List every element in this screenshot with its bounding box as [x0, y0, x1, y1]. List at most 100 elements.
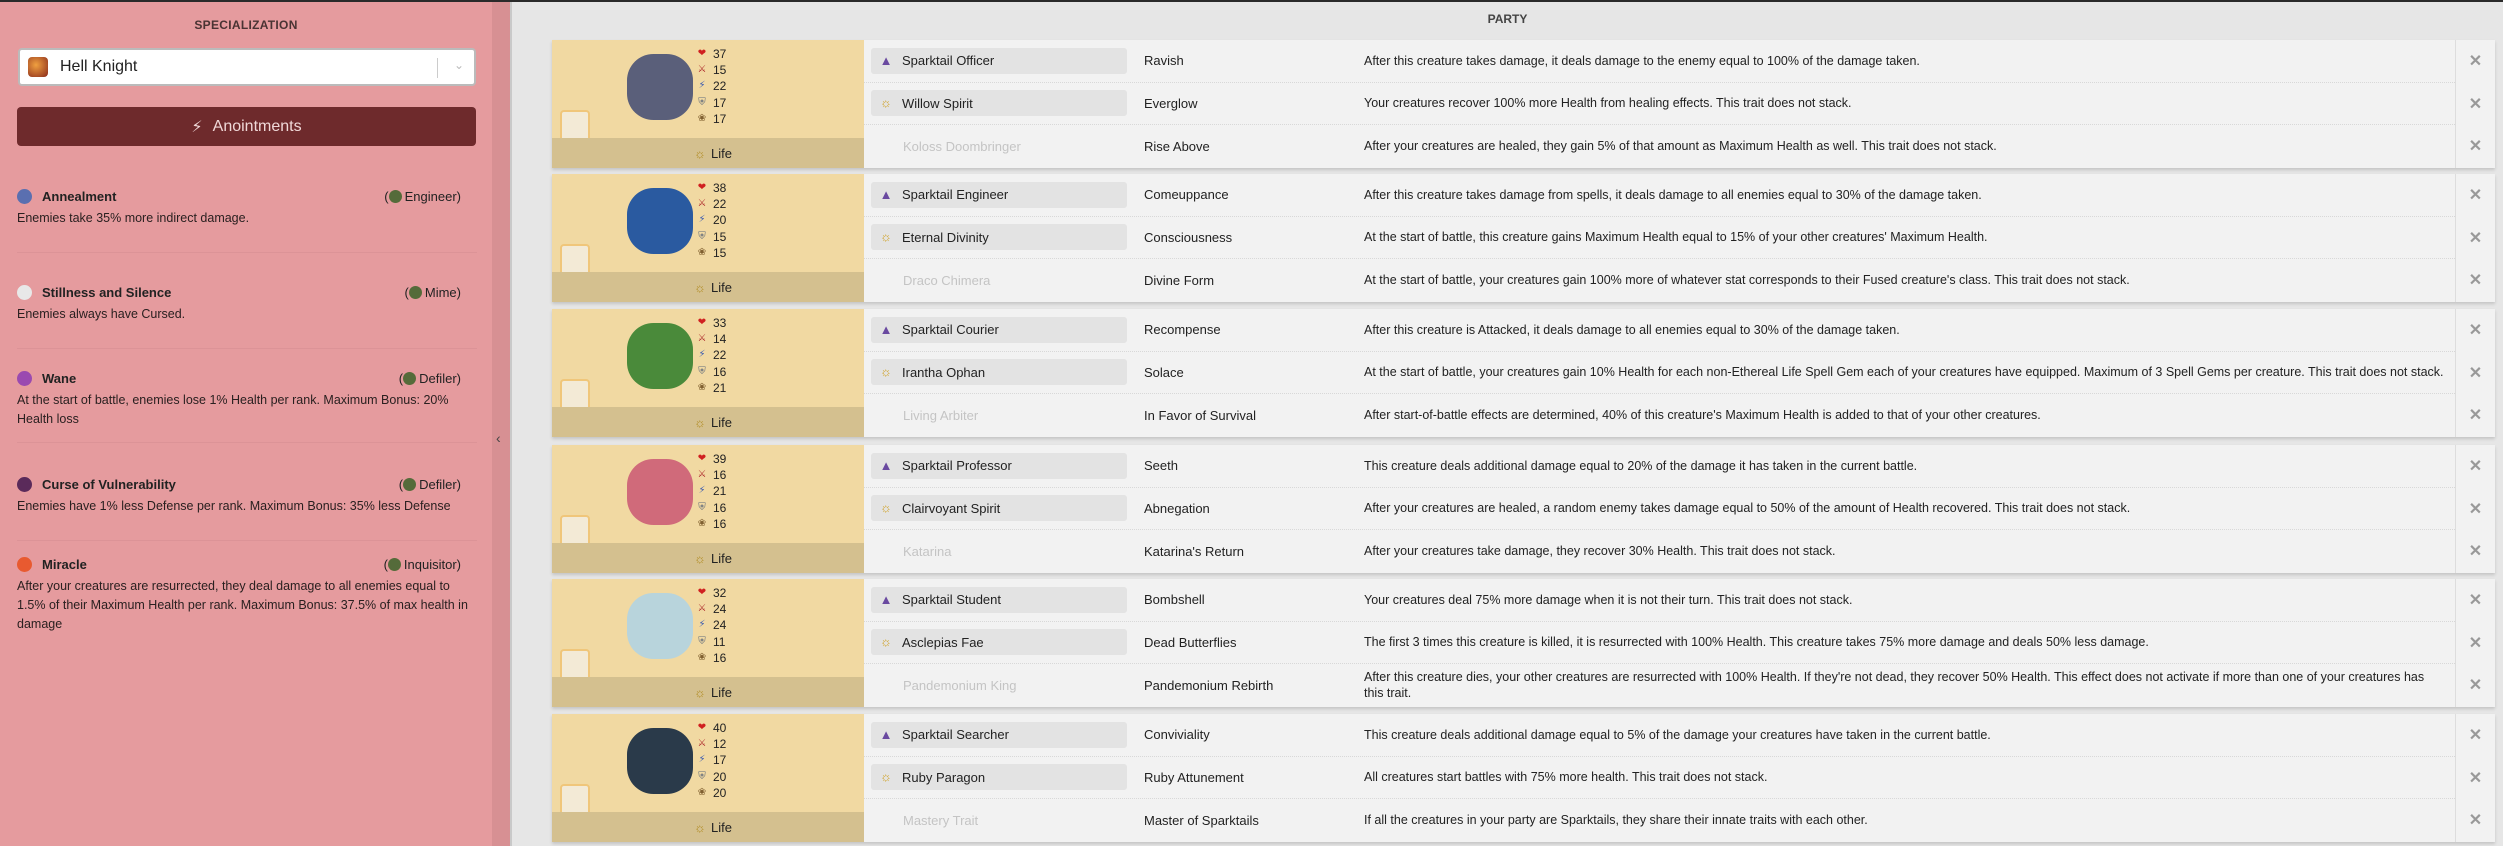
- remove-column: ✕ ✕ ✕: [2455, 309, 2495, 437]
- sun-icon: ☼: [694, 145, 706, 161]
- remove-trait-button[interactable]: ✕: [2456, 83, 2495, 126]
- trait-row: ▲ Sparktail Professor Seeth This creature…: [864, 445, 2455, 488]
- stat: ⚔ 14: [697, 331, 727, 347]
- element-footer: ☼ Life: [552, 407, 864, 437]
- wing-icon: ❀: [697, 246, 707, 258]
- trait-description: This creature deals additional damage eq…: [1364, 727, 1991, 742]
- sun-icon: ☼: [880, 769, 892, 785]
- trait-row: ☼ Eternal Divinity Consciousness At the s…: [864, 217, 2455, 260]
- stat-value: 22: [713, 348, 727, 363]
- sun-icon: ☼: [694, 279, 706, 295]
- trait-source[interactable]: ▲ Sparktail Engineer: [871, 181, 1127, 208]
- trait-source-name: Katarina: [903, 543, 952, 559]
- specialization-entry: Stillness and Silence (Mime) Enemies alw…: [17, 282, 477, 324]
- remove-trait-button[interactable]: ✕: [2456, 174, 2495, 217]
- stat: ⛨ 16: [697, 500, 726, 516]
- trait-description: At the start of battle, your creatures g…: [1364, 273, 2130, 288]
- remove-trait-button[interactable]: ✕: [2456, 352, 2495, 395]
- remove-trait-button[interactable]: ✕: [2456, 622, 2495, 665]
- remove-trait-button[interactable]: ✕: [2456, 664, 2495, 707]
- remove-trait-button[interactable]: ✕: [2456, 259, 2495, 302]
- stat: ⚔ 22: [697, 196, 727, 212]
- trait-source[interactable]: ☼ Irantha Ophan: [871, 359, 1127, 386]
- trait-description: After your creatures are healed, a rando…: [1364, 501, 2131, 516]
- trait-source: Koloss Doombringer: [871, 133, 1127, 159]
- creature-sprite: [627, 728, 693, 794]
- sparktail-icon: ▲: [879, 52, 893, 68]
- creature-sprite: [627, 54, 693, 120]
- wing-icon: ❀: [697, 517, 707, 529]
- stat-value: 24: [713, 602, 727, 617]
- specialization-select[interactable]: Hell Knight ⌄: [18, 48, 476, 86]
- sparktail-icon: ▲: [879, 457, 893, 473]
- trait-description: After this creature takes damage from sp…: [1364, 187, 1982, 202]
- trait-source-name: Willow Spirit: [902, 95, 973, 111]
- trait-source[interactable]: ▲ Sparktail Professor: [871, 452, 1127, 479]
- creature-panel[interactable]: ❤ 38 ⚔ 22 ⚡︎ 20 ⛨ 15 ❀ 15 ☼ Life: [552, 174, 864, 302]
- chevron-left-icon[interactable]: ‹: [496, 430, 501, 446]
- lightning-icon: ⚡︎: [698, 349, 706, 361]
- sun-icon: ☼: [880, 634, 892, 650]
- trait-row: ☼ Clairvoyant Spirit Abnegation After you…: [864, 488, 2455, 531]
- creature-panel[interactable]: ❤ 37 ⚔ 15 ⚡︎ 22 ⛨ 17 ❀ 17 ☼ Life: [552, 40, 864, 168]
- trait-source-name: Sparktail Professor: [902, 458, 1012, 474]
- remove-trait-button[interactable]: ✕: [2456, 579, 2495, 622]
- creature-panel[interactable]: ❤ 39 ⚔ 16 ⚡︎ 21 ⛨ 16 ❀ 16 ☼ Life: [552, 445, 864, 573]
- creature-panel[interactable]: ❤ 40 ⚔ 12 ⚡︎ 17 ⛨ 20 ❀ 20 ☼ Life: [552, 714, 864, 842]
- stat: ⚔ 24: [697, 601, 727, 617]
- trait-name: Abnegation: [1144, 500, 1210, 516]
- trait-source[interactable]: ▲ Sparktail Courier: [871, 316, 1127, 343]
- stat: ❀ 20: [697, 785, 727, 801]
- stat-value: 15: [713, 245, 727, 260]
- trait-source: Mastery Trait: [871, 807, 1127, 833]
- remove-trait-button[interactable]: ✕: [2456, 40, 2495, 83]
- remove-trait-button[interactable]: ✕: [2456, 394, 2495, 437]
- trait-description: All creatures start battles with 75% mor…: [1364, 770, 1768, 785]
- spec-description: Enemies always have Cursed.: [17, 307, 186, 321]
- sword-icon: ⚔: [697, 738, 707, 750]
- specialization-entry: Wane (Defiler) At the start of battle, e…: [17, 368, 477, 429]
- trait-source[interactable]: ☼ Ruby Paragon: [871, 764, 1127, 791]
- sparktail-icon: ▲: [879, 186, 893, 202]
- trait-source[interactable]: ▲ Sparktail Searcher: [871, 721, 1127, 748]
- sparktail-icon: ▲: [879, 591, 893, 607]
- remove-trait-button[interactable]: ✕: [2456, 445, 2495, 488]
- remove-column: ✕ ✕ ✕: [2455, 579, 2495, 707]
- creature-sprite: [627, 593, 693, 659]
- anointments-button[interactable]: ⚡︎ Anointments: [17, 107, 476, 146]
- trait-source-name: Ruby Paragon: [902, 769, 986, 785]
- trait-source[interactable]: ☼ Asclepias Fae: [871, 629, 1127, 656]
- trait-source[interactable]: ☼ Clairvoyant Spirit: [871, 495, 1127, 522]
- stat: ⛨ 15: [697, 229, 726, 245]
- creature-panel[interactable]: ❤ 33 ⚔ 14 ⚡︎ 22 ⛨ 16 ❀ 21 ☼ Life: [552, 309, 864, 437]
- element-footer: ☼ Life: [552, 138, 864, 168]
- remove-trait-button[interactable]: ✕: [2456, 799, 2495, 842]
- stat: ⚡︎ 21: [697, 483, 726, 499]
- trait-source[interactable]: ▲ Sparktail Student: [871, 586, 1127, 613]
- trait-source[interactable]: ☼ Eternal Divinity: [871, 224, 1127, 251]
- creature-stats: ❤ 39 ⚔ 16 ⚡︎ 21 ⛨ 16 ❀ 16: [697, 451, 727, 532]
- remove-trait-button[interactable]: ✕: [2456, 488, 2495, 531]
- remove-trait-button[interactable]: ✕: [2456, 530, 2495, 573]
- chevron-down-icon[interactable]: ⌄: [454, 58, 464, 72]
- stat-value: 17: [713, 95, 727, 110]
- spec-class: (Mime): [404, 284, 461, 300]
- creature-panel[interactable]: ❤ 32 ⚔ 24 ⚡︎ 24 ⛨ 11 ❀ 16 ☼ Life: [552, 579, 864, 707]
- trait-source[interactable]: ▲ Sparktail Officer: [871, 47, 1127, 74]
- divider: [17, 442, 477, 443]
- creature-card: ❤ 39 ⚔ 16 ⚡︎ 21 ⛨ 16 ❀ 16 ☼ Life ▲ Sparktail Profes…: [552, 445, 2495, 573]
- spec-name: Annealment: [42, 188, 117, 204]
- remove-trait-button[interactable]: ✕: [2456, 217, 2495, 260]
- remove-trait-button[interactable]: ✕: [2456, 714, 2495, 757]
- sidebar-collapse-handle[interactable]: ‹: [492, 2, 512, 846]
- spec-class-name: Defiler: [419, 476, 457, 492]
- remove-trait-button[interactable]: ✕: [2456, 757, 2495, 800]
- specialization-sidebar: SPECIALIZATION Hell Knight ⌄ ⚡︎ Anointme…: [0, 2, 512, 846]
- trait-source[interactable]: ☼ Willow Spirit: [871, 90, 1127, 117]
- remove-trait-button[interactable]: ✕: [2456, 309, 2495, 352]
- remove-trait-button[interactable]: ✕: [2456, 125, 2495, 168]
- trait-name: Master of Sparktails: [1144, 812, 1259, 828]
- lightning-icon: ⚡︎: [698, 485, 706, 497]
- stat: ❤ 32: [697, 585, 727, 601]
- trait-source-name: Living Arbiter: [903, 407, 979, 423]
